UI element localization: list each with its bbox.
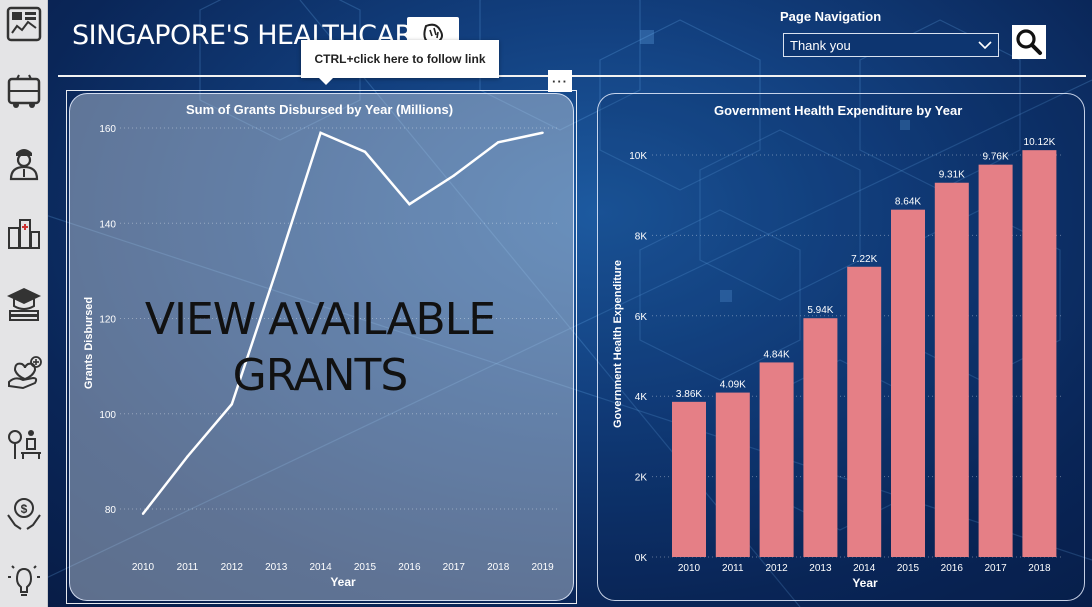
data-label: 5.94K — [807, 305, 833, 316]
data-label: 4.84K — [764, 349, 790, 360]
x-tick-label: 2013 — [809, 563, 832, 574]
y-tick-label: 0K — [635, 553, 648, 564]
x-tick-label: 2015 — [897, 563, 920, 574]
x-tick-label: 2010 — [678, 563, 701, 574]
bar — [891, 209, 925, 557]
follow-link-tooltip: CTRL+click here to follow link — [301, 40, 499, 85]
x-tick-label: 2016 — [941, 563, 964, 574]
bar — [847, 266, 882, 557]
data-label: 10.12K — [1024, 137, 1056, 148]
x-tick-label: 2014 — [853, 563, 876, 574]
y-tick-label: 10K — [629, 151, 647, 162]
bar — [672, 401, 706, 557]
bar — [1022, 150, 1057, 557]
bar — [759, 362, 794, 557]
y-axis-title: Government Health Expenditure — [612, 260, 624, 428]
data-label: 4.09K — [720, 380, 746, 391]
y-tick-label: 8K — [635, 231, 648, 242]
data-label: 3.86K — [676, 389, 702, 400]
y-tick-label: 4K — [635, 392, 648, 403]
x-tick-label: 2012 — [765, 563, 788, 574]
bar — [715, 392, 750, 557]
expenditure-bar-chart: 0K 2K 4K 6K 8K 10K 3.86K 2010 4.09K 2011 4.84K 2012… — [612, 137, 1062, 590]
data-label: 9.31K — [939, 170, 965, 181]
data-label: 7.22K — [851, 254, 877, 265]
x-tick-label: 2018 — [1028, 563, 1051, 574]
bar — [803, 318, 838, 557]
more-options-button[interactable]: ··· — [548, 70, 572, 92]
bar — [934, 182, 969, 557]
data-label: 8.64K — [895, 197, 921, 208]
x-tick-label: 2011 — [722, 563, 744, 574]
bar — [978, 164, 1013, 557]
y-tick-label: 2K — [635, 473, 648, 484]
y-tick-label: 6K — [635, 312, 648, 323]
x-tick-label: 2017 — [984, 563, 1007, 574]
data-label: 9.76K — [983, 152, 1009, 163]
expenditure-chart-title: Government Health Expenditure by Year — [714, 103, 963, 118]
x-axis-title: Year — [852, 576, 878, 590]
